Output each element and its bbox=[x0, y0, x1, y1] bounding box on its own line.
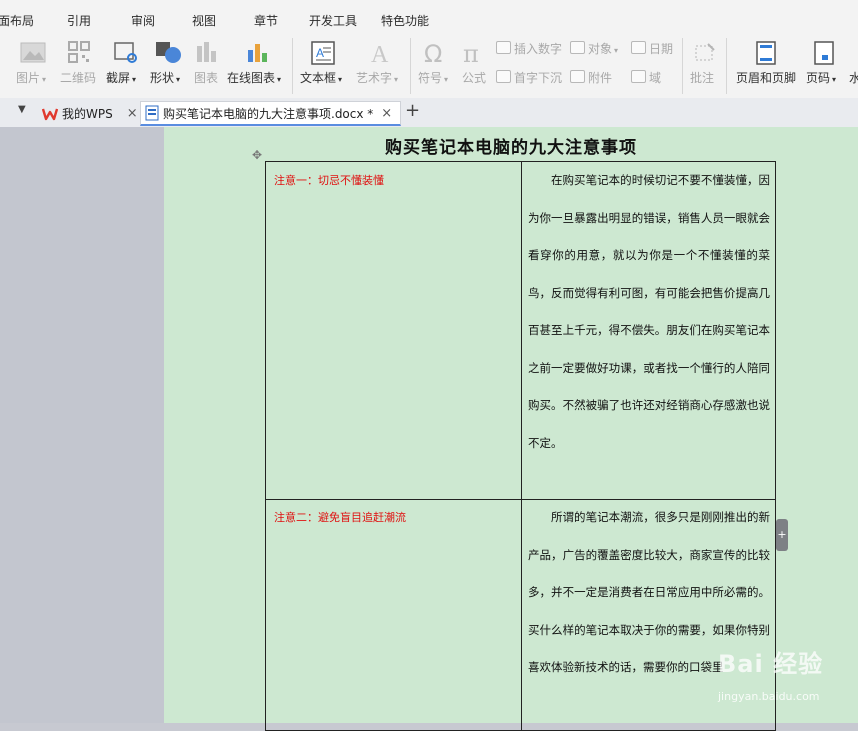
add-tab-icon[interactable]: + bbox=[405, 100, 420, 121]
watermark-button[interactable]: 水 bbox=[848, 34, 858, 98]
wordart-label: 艺术字 bbox=[356, 71, 393, 85]
baidu-watermark-url: jingyan.baidu.com bbox=[718, 690, 820, 703]
object-button[interactable]: 对象 ▾ bbox=[570, 40, 618, 57]
menu-section[interactable]: 章节 bbox=[254, 12, 278, 29]
menu-developer[interactable]: 开发工具 bbox=[309, 12, 357, 29]
section-body: 在购买笔记本的时候切记不要不懂装懂，因为你一旦暴露出明显的错误，销售人员一眼就会… bbox=[528, 173, 770, 450]
chart-label: 图表 bbox=[194, 71, 219, 85]
wordart-button[interactable]: A 艺术字 ▾ bbox=[354, 34, 404, 98]
add-column-handle-icon[interactable]: + bbox=[776, 519, 788, 551]
document-tab-bar: ▼ 我的WPS × 购买笔记本电脑的九大注意事项.docx * × + bbox=[0, 98, 858, 128]
qrcode-icon bbox=[68, 41, 90, 63]
menu-bar: 面布局 引用 审阅 视图 章节 开发工具 特色功能 bbox=[0, 0, 858, 34]
drop-cap-button[interactable]: 首字下沉 bbox=[496, 69, 562, 86]
drop-cap-label: 首字下沉 bbox=[514, 71, 563, 85]
field-label: 域 bbox=[649, 71, 662, 85]
calendar-icon bbox=[631, 41, 646, 54]
online-chart-label: 在线图表 bbox=[227, 71, 276, 85]
page-number-icon bbox=[814, 41, 834, 65]
table-move-handle-icon[interactable]: ✥ bbox=[252, 148, 266, 162]
shape-icon bbox=[156, 42, 181, 63]
chart-button[interactable]: 图表 bbox=[192, 34, 224, 98]
textbox-icon: A bbox=[311, 41, 335, 65]
close-icon[interactable]: × bbox=[127, 106, 138, 121]
svg-text:Ω: Ω bbox=[424, 40, 442, 66]
header-footer-icon bbox=[756, 41, 776, 65]
document-title: 购买笔记本电脑的九大注意事项 bbox=[385, 138, 637, 158]
ribbon-separator bbox=[726, 38, 727, 94]
insert-number-button[interactable]: 插入数字 bbox=[496, 40, 562, 57]
tab-my-wps-label: 我的WPS bbox=[62, 107, 113, 121]
picture-button[interactable]: 图片 ▾ bbox=[0, 34, 52, 98]
screenshot-icon bbox=[114, 42, 137, 63]
picture-icon bbox=[20, 42, 46, 63]
textbox-button[interactable]: A 文本框 ▾ bbox=[298, 34, 348, 98]
object-label: 对象 bbox=[588, 42, 613, 56]
number-icon bbox=[496, 41, 511, 54]
qrcode-button[interactable]: 二维码 bbox=[58, 34, 100, 98]
document-workspace: 购买笔记本电脑的九大注意事项 ✥ 注意一：切忌不懂装懂 在购买笔记本的时候切记不… bbox=[0, 127, 858, 731]
menu-page-layout[interactable]: 面布局 bbox=[0, 12, 34, 29]
section-heading: 注意二：避免盲目追赶潮流 bbox=[274, 511, 406, 524]
comment-label: 批注 bbox=[690, 71, 715, 85]
content-table[interactable]: 注意一：切忌不懂装懂 在购买笔记本的时候切记不要不懂装懂，因为你一旦暴露出明显的… bbox=[265, 161, 776, 731]
pi-icon: π bbox=[463, 40, 479, 66]
svg-text:A: A bbox=[316, 46, 324, 60]
tab-document-label: 购买笔记本电脑的九大注意事项.docx * bbox=[163, 106, 374, 121]
wordart-icon: A bbox=[371, 42, 389, 66]
header-footer-label: 页眉和页脚 bbox=[736, 71, 797, 85]
insert-number-label: 插入数字 bbox=[514, 42, 563, 56]
drop-cap-icon bbox=[496, 70, 511, 83]
online-chart-button[interactable]: 在线图表 ▾ bbox=[227, 34, 287, 98]
shape-button[interactable]: 形状 ▾ bbox=[148, 34, 188, 98]
menu-references[interactable]: 引用 bbox=[67, 12, 91, 29]
comment-button[interactable]: 批注 bbox=[686, 34, 722, 98]
field-button[interactable]: 域 bbox=[631, 69, 661, 86]
baidu-watermark-logo: Bai 经验 bbox=[718, 650, 824, 678]
table-column-divider bbox=[521, 162, 522, 730]
word-document-icon bbox=[145, 105, 159, 121]
tab-list-dropdown-icon[interactable]: ▼ bbox=[18, 104, 26, 115]
qrcode-label: 二维码 bbox=[60, 71, 97, 85]
menu-special-features[interactable]: 特色功能 bbox=[381, 12, 429, 29]
picture-label: 图片 bbox=[16, 71, 41, 85]
attachment-label: 附件 bbox=[588, 71, 613, 85]
field-icon bbox=[631, 70, 646, 83]
ribbon-separator bbox=[410, 38, 411, 94]
chart-icon bbox=[197, 42, 216, 62]
ribbon-separator bbox=[682, 38, 683, 94]
ribbon-separator bbox=[292, 38, 293, 94]
svg-text:π: π bbox=[463, 40, 479, 66]
tab-my-wps[interactable]: 我的WPS × bbox=[38, 101, 140, 126]
online-chart-icon bbox=[248, 44, 267, 62]
object-icon bbox=[570, 41, 585, 54]
date-button[interactable]: 日期 bbox=[631, 40, 673, 57]
symbol-button[interactable]: Ω 符号 ▾ bbox=[414, 34, 454, 98]
close-icon[interactable]: × bbox=[381, 106, 392, 121]
page-number-button[interactable]: 页码 ▾ bbox=[804, 34, 844, 98]
screenshot-label: 截屏 bbox=[106, 71, 131, 85]
omega-icon: Ω bbox=[424, 40, 442, 66]
watermark-label: 水 bbox=[849, 71, 858, 85]
ribbon-toolbar: 图片 ▾ 二维码 截屏 ▾ 形状 ▾ 图表 在线图表 ▾ A 文本框 ▾ A 艺… bbox=[0, 34, 858, 99]
screenshot-button[interactable]: 截屏 ▾ bbox=[104, 34, 144, 98]
formula-button[interactable]: π 公式 bbox=[458, 34, 492, 98]
menu-view[interactable]: 视图 bbox=[192, 12, 216, 29]
tab-document[interactable]: 购买笔记本电脑的九大注意事项.docx * × bbox=[140, 101, 401, 126]
document-page[interactable]: 购买笔记本电脑的九大注意事项 ✥ 注意一：切忌不懂装懂 在购买笔记本的时候切记不… bbox=[164, 127, 858, 731]
textbox-label: 文本框 bbox=[300, 71, 337, 85]
attachment-button[interactable]: 附件 bbox=[570, 69, 612, 86]
formula-label: 公式 bbox=[462, 71, 487, 85]
attachment-icon bbox=[570, 70, 585, 83]
wps-logo-icon bbox=[42, 108, 58, 120]
header-footer-button[interactable]: 页眉和页脚 bbox=[734, 34, 798, 98]
svg-text:A: A bbox=[371, 42, 389, 66]
comment-icon bbox=[695, 43, 715, 61]
page-number-label: 页码 bbox=[806, 71, 831, 85]
menu-review[interactable]: 审阅 bbox=[131, 12, 155, 29]
symbol-label: 符号 bbox=[418, 71, 443, 85]
shape-label: 形状 bbox=[150, 71, 175, 85]
date-label: 日期 bbox=[649, 42, 674, 56]
section-heading: 注意一：切忌不懂装懂 bbox=[274, 174, 384, 187]
